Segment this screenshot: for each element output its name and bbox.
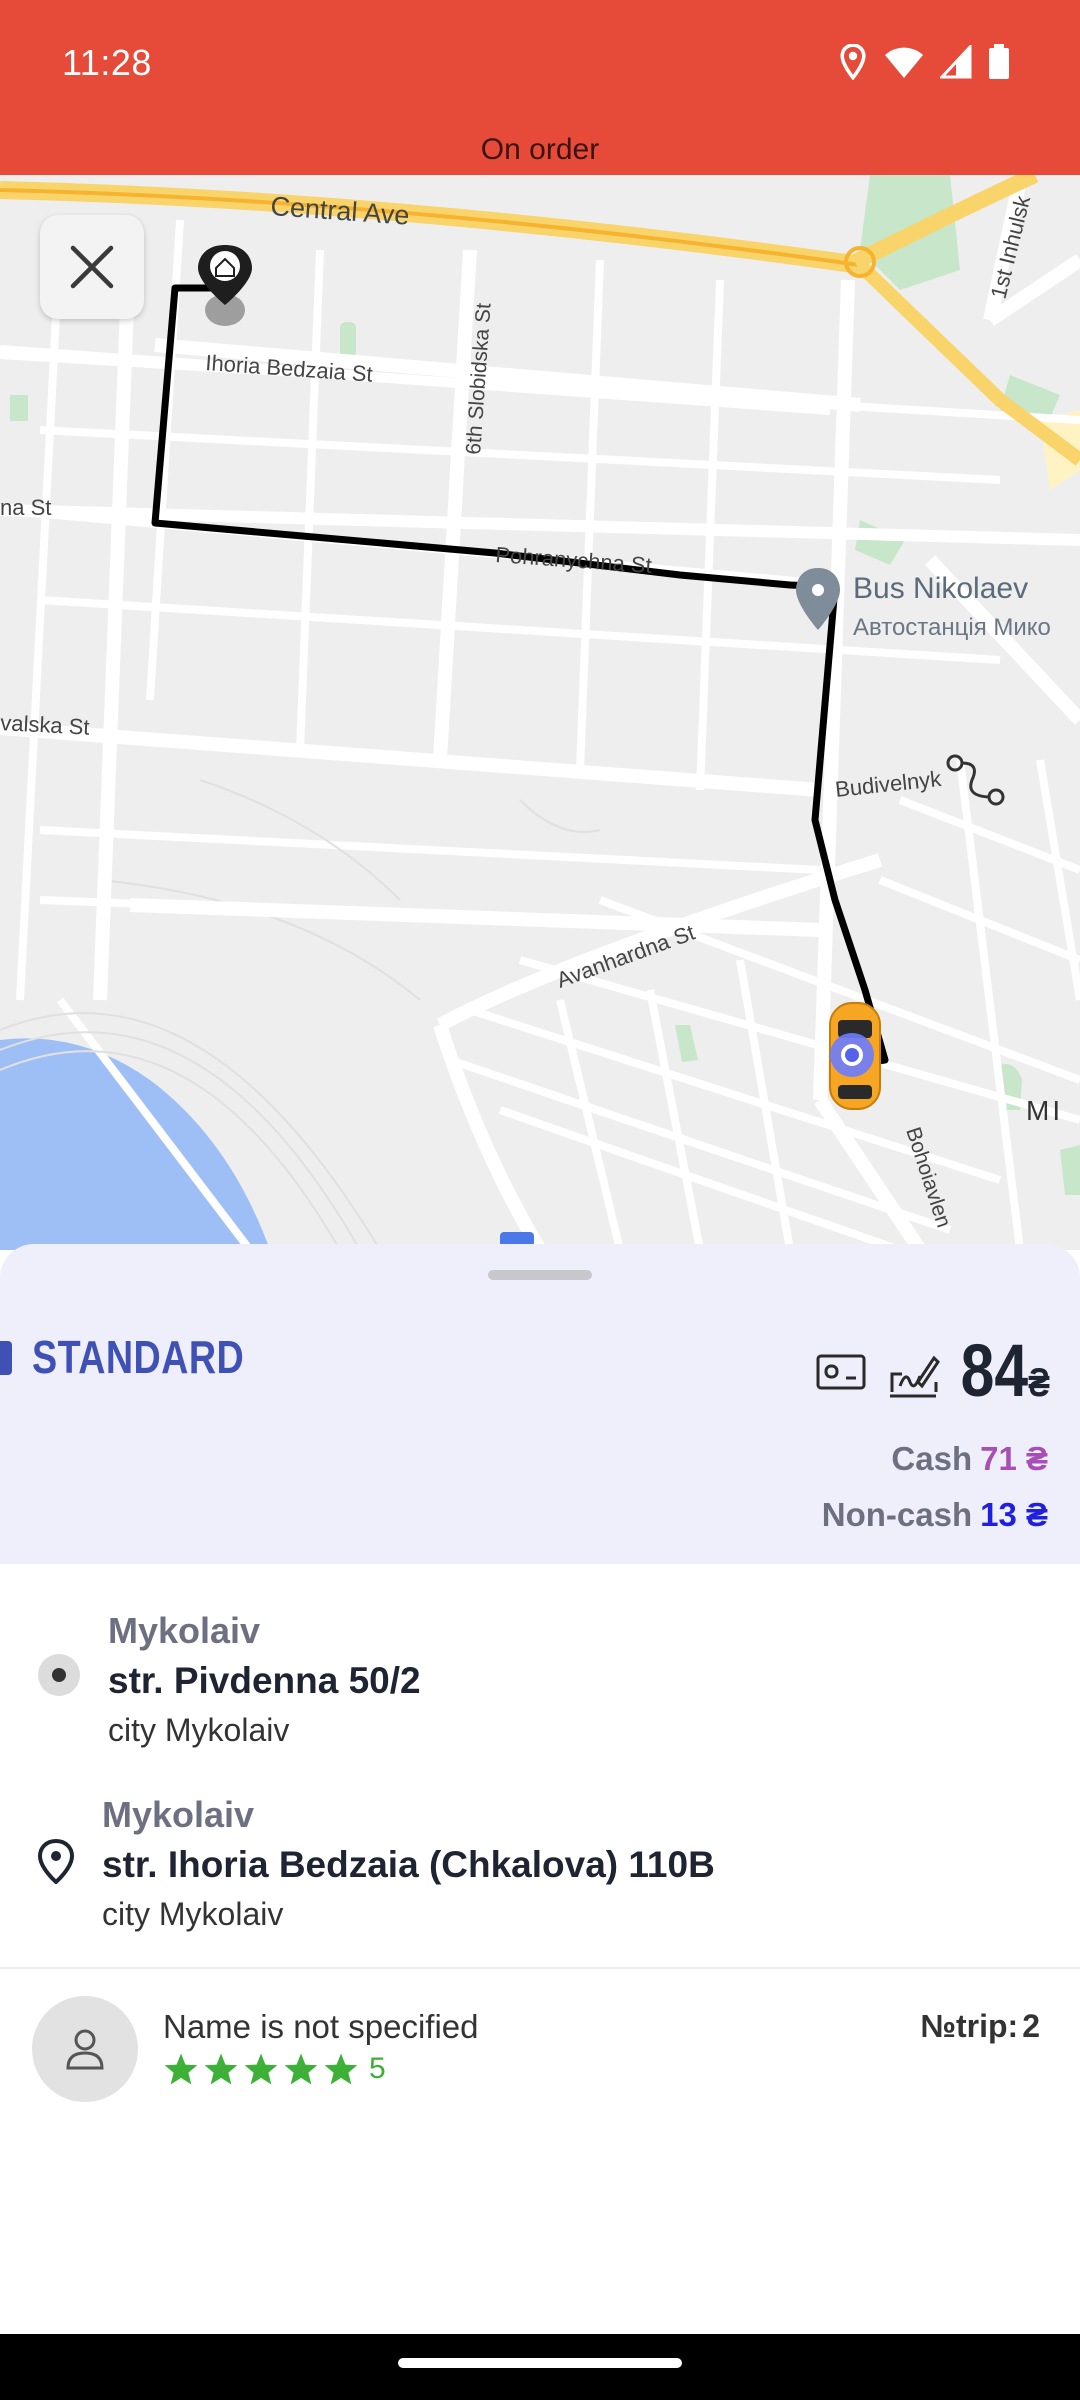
star-icon xyxy=(244,2053,278,2085)
pickup-city-title: Mykolaiv xyxy=(108,1610,261,1651)
cash-label: Cash xyxy=(891,1440,973,1477)
user-icon xyxy=(66,2029,104,2070)
noncash-amount-row: Non-cash 13 ₴ xyxy=(822,1496,1048,1534)
map-label-avanhardna: Avanhardna St xyxy=(553,920,698,993)
poi-subtitle: Автостанція Мико xyxy=(853,614,1051,641)
pickup-city: city Mykolaiv xyxy=(108,1712,290,1748)
map-label-1st-inhulsk: 1st Inhulsk xyxy=(986,192,1036,301)
noncash-value: 13 ₴ xyxy=(980,1496,1048,1533)
cash-value: 71 ₴ xyxy=(980,1440,1048,1477)
destination-pin-icon xyxy=(37,1838,75,1884)
car-class-name: STANDARD xyxy=(32,1331,245,1383)
cash-icon xyxy=(816,1354,866,1390)
system-nav-bar xyxy=(0,2334,1080,2400)
star-icon xyxy=(164,2053,198,2085)
section-divider xyxy=(0,1967,1080,1969)
wifi-icon xyxy=(885,47,923,78)
sheet-drag-handle[interactable] xyxy=(488,1270,592,1280)
close-icon xyxy=(70,245,114,289)
destination-city: city Mykolaiv xyxy=(102,1896,284,1932)
status-bar: 11:28 xyxy=(0,0,1080,128)
signal-icon xyxy=(940,45,972,79)
avatar[interactable] xyxy=(32,1996,138,2102)
noncash-label: Non-cash xyxy=(821,1496,973,1533)
map-canvas: Central Ave 1st Inhulsk Ihoria Bedzaia S… xyxy=(0,175,1080,1250)
map-view[interactable]: Central Ave 1st Inhulsk Ihoria Bedzaia S… xyxy=(0,175,1080,1250)
map-label-valska: valska St xyxy=(0,710,90,740)
poi-name: Bus Nikolaev xyxy=(853,572,1028,605)
pickup-dot-icon xyxy=(38,1654,80,1696)
star-icon xyxy=(284,2053,318,2085)
location-icon xyxy=(840,44,866,80)
destination-city-title: Mykolaiv xyxy=(102,1794,255,1835)
map-label-budivelnykiv: Budivelnyk xyxy=(834,766,943,802)
battery-icon xyxy=(989,44,1009,79)
destination-street: str. Ihoria Bedzaia (Chkalova) 110B xyxy=(102,1844,715,1885)
pickup-home-marker[interactable] xyxy=(198,245,252,326)
home-gesture-handle[interactable] xyxy=(398,2358,682,2368)
rating-value: 5 xyxy=(369,2052,386,2085)
map-label-na-st: na St xyxy=(0,495,51,520)
price-currency: ₴ xyxy=(1028,1361,1050,1405)
trip-number: №trip: 2 xyxy=(916,2008,1040,2045)
map-label-pohranychna: Pohranychna St xyxy=(495,542,653,578)
trip-label: №trip: xyxy=(920,2008,1019,2044)
cash-amount-row: Cash 71 ₴ xyxy=(891,1440,1048,1478)
star-icon xyxy=(204,2053,238,2085)
route-icon xyxy=(946,754,1005,806)
driver-rating: 5 xyxy=(163,2052,386,2086)
star-icon xyxy=(324,2053,358,2085)
payment-method-icons xyxy=(816,1352,940,1398)
status-time: 11:28 xyxy=(62,42,152,83)
taxi-car-marker[interactable] xyxy=(829,1002,881,1110)
map-label-central-ave: Central Ave xyxy=(270,191,411,231)
trip-value: 2 xyxy=(1022,2008,1040,2044)
order-price: 84₴ xyxy=(961,1328,1050,1413)
price-value: 84 xyxy=(960,1329,1029,1412)
pickup-street: str. Pivdenna 50/2 xyxy=(108,1660,421,1701)
order-summary-sheet[interactable]: STANDARD 84₴ Cash 71 ₴ Non-cash 13 ₴ xyxy=(0,1244,1080,1564)
driver-name: Name is not specified xyxy=(163,2008,479,2045)
status-icons xyxy=(838,42,1010,82)
map-label-mi: МІ xyxy=(1026,1095,1063,1126)
class-indicator xyxy=(0,1341,12,1375)
close-button[interactable] xyxy=(40,215,144,319)
order-status-banner: On order xyxy=(0,128,1080,175)
card-signature-icon xyxy=(890,1355,940,1398)
